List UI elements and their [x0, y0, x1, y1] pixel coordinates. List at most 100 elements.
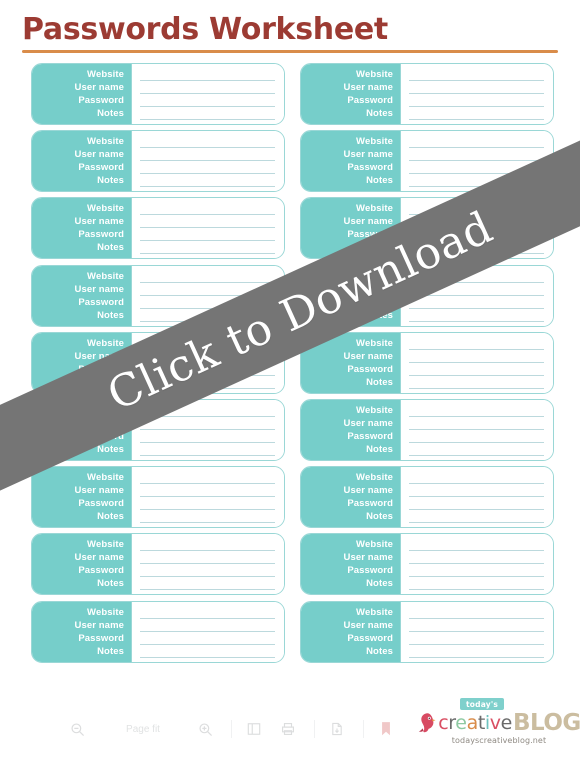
entry-label-website: Website — [356, 136, 393, 148]
entry-label-notes: Notes — [97, 578, 124, 590]
entry-field-notes[interactable] — [140, 443, 275, 456]
entry-field-user-name[interactable] — [409, 551, 544, 565]
entry-write-area — [400, 601, 553, 662]
entry-field-website[interactable] — [140, 68, 275, 81]
entry-field-user-name[interactable] — [140, 551, 275, 565]
entry-field-website[interactable] — [140, 606, 275, 619]
toolbar-divider — [363, 720, 364, 738]
password-entry-5: Website User name Password Notes — [31, 197, 285, 260]
entry-field-user-name[interactable] — [409, 417, 544, 430]
entry-label-user-name: User name — [343, 149, 393, 161]
entry-card: WebsiteUser namePasswordNotes — [300, 600, 554, 663]
entry-label-notes: Notes — [366, 175, 393, 187]
entry-field-user-name[interactable] — [140, 484, 275, 498]
entry-field-password[interactable] — [140, 94, 275, 107]
entry-field-notes[interactable] — [409, 443, 544, 456]
entry-field-password[interactable] — [409, 632, 544, 645]
entry-field-website[interactable] — [409, 538, 544, 552]
entry-label-notes: Notes — [366, 108, 393, 119]
entry-field-website[interactable] — [409, 135, 544, 149]
entry-field-user-name[interactable] — [140, 215, 275, 229]
entry-field-notes[interactable] — [409, 309, 544, 322]
entry-field-website[interactable] — [409, 337, 544, 350]
entry-field-password[interactable] — [140, 161, 275, 175]
sidebar-toggle-icon[interactable] — [239, 716, 269, 742]
entry-field-password[interactable] — [409, 363, 544, 376]
entry-label-password: Password — [78, 632, 124, 644]
entry-card: WebsiteUser namePasswordNotes — [300, 533, 554, 596]
entry-field-website[interactable] — [409, 471, 544, 485]
zoom-in-icon[interactable] — [190, 716, 220, 742]
download-icon[interactable] — [322, 716, 352, 742]
logo-word-creative: creative — [438, 711, 512, 734]
entry-label-password: Password — [347, 498, 393, 510]
entry-card: WebsiteUser namePasswordNotes — [31, 466, 285, 529]
entry-label-website: Website — [87, 472, 124, 484]
logo-word-blog: BLOG — [512, 709, 580, 736]
entry-label-user-name: User name — [74, 149, 124, 161]
entry-field-notes[interactable] — [140, 510, 275, 524]
entry-field-user-name[interactable] — [409, 148, 544, 162]
entry-label-column: WebsiteUser namePasswordNotes — [32, 64, 131, 124]
entry-label-column: WebsiteUser namePasswordNotes — [32, 131, 131, 192]
site-logo[interactable]: today's creative BLOG todayscreativeblog… — [419, 692, 580, 745]
entry-field-user-name[interactable] — [140, 81, 275, 94]
entry-field-notes[interactable] — [409, 107, 544, 120]
entry-card: WebsiteUser namePasswordNotes — [31, 533, 285, 596]
entry-label-website: Website — [87, 203, 124, 215]
entry-label-website: Website — [356, 472, 393, 484]
entry-label-notes: Notes — [366, 444, 393, 455]
entry-field-password[interactable] — [140, 632, 275, 645]
zoom-out-icon[interactable] — [62, 716, 92, 742]
entry-field-website[interactable] — [140, 538, 275, 552]
entry-field-notes[interactable] — [140, 241, 275, 255]
entry-label-user-name: User name — [74, 619, 124, 631]
entry-label-website: Website — [87, 270, 124, 282]
entry-field-password[interactable] — [409, 430, 544, 443]
entry-field-website[interactable] — [140, 471, 275, 485]
entry-label-website: Website — [356, 203, 393, 215]
bookmark-icon[interactable] — [371, 716, 401, 742]
entry-label-user-name: User name — [74, 82, 124, 93]
entry-field-user-name[interactable] — [140, 417, 275, 430]
entry-field-password[interactable] — [409, 564, 544, 578]
page-title: Passwords Worksheet — [22, 12, 388, 47]
entry-field-notes[interactable] — [409, 376, 544, 389]
entry-field-password[interactable] — [140, 228, 275, 242]
entry-field-notes[interactable] — [409, 645, 544, 658]
zoom-level-label[interactable]: Page fit — [96, 724, 190, 735]
toolbar-divider — [314, 720, 315, 738]
entry-field-notes[interactable] — [409, 510, 544, 524]
entry-field-website[interactable] — [409, 68, 544, 81]
entry-field-website[interactable] — [409, 404, 544, 417]
entry-field-password[interactable] — [140, 430, 275, 443]
entry-field-password[interactable] — [140, 497, 275, 511]
entry-field-notes[interactable] — [140, 645, 275, 658]
entry-field-notes[interactable] — [140, 107, 275, 120]
entry-write-area — [131, 467, 284, 528]
password-entry-2: Website User name Password Notes — [300, 63, 554, 125]
entry-field-notes[interactable] — [409, 577, 544, 591]
pdf-viewer-toolbar: Page fit — [0, 709, 430, 749]
entry-field-website[interactable] — [409, 606, 544, 619]
entry-label-website: Website — [356, 69, 393, 80]
entry-field-website[interactable] — [140, 270, 275, 283]
entry-field-user-name[interactable] — [409, 350, 544, 363]
entry-field-website[interactable] — [140, 135, 275, 149]
logo-url: todayscreativeblog.net — [451, 736, 547, 745]
entry-field-user-name[interactable] — [140, 619, 275, 632]
entry-field-notes[interactable] — [140, 577, 275, 591]
entry-field-user-name[interactable] — [409, 484, 544, 498]
entry-field-user-name[interactable] — [409, 619, 544, 632]
entry-field-password[interactable] — [409, 497, 544, 511]
entry-field-user-name[interactable] — [409, 81, 544, 94]
entry-field-password[interactable] — [409, 296, 544, 309]
print-icon[interactable] — [273, 716, 303, 742]
entry-label-user-name: User name — [343, 485, 393, 497]
entry-field-website[interactable] — [140, 202, 275, 216]
entry-field-password[interactable] — [140, 564, 275, 578]
entry-label-notes: Notes — [366, 511, 393, 523]
entry-field-password[interactable] — [409, 94, 544, 107]
entry-field-user-name[interactable] — [140, 148, 275, 162]
entry-field-notes[interactable] — [140, 174, 275, 188]
